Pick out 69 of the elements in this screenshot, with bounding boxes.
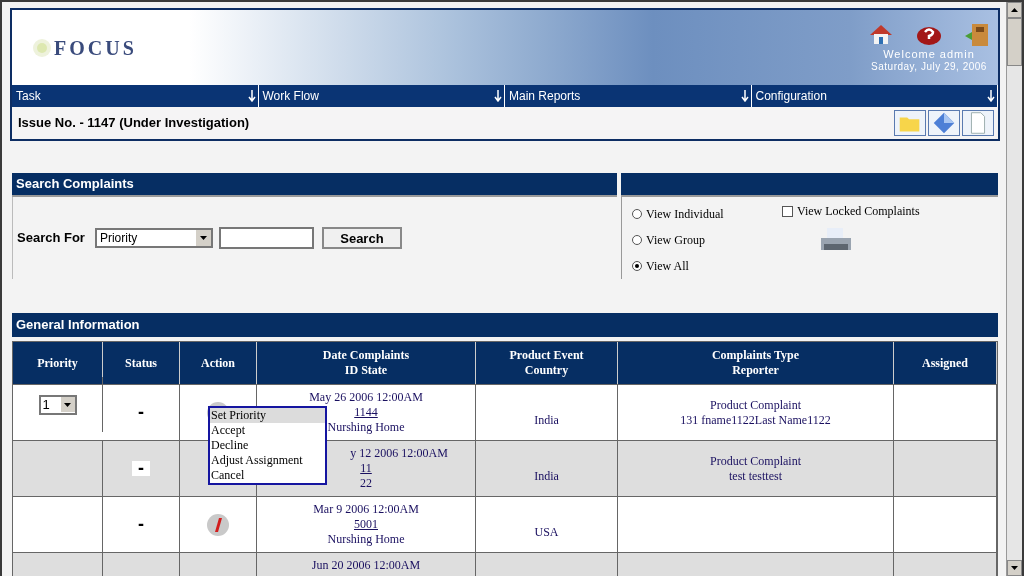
column-header: Assigned — [922, 355, 968, 371]
menu-item[interactable]: Adjust Assignment — [210, 453, 325, 468]
menu-item[interactable]: Accept — [210, 423, 325, 438]
column-header: Action — [201, 355, 235, 371]
date-text: Saturday, July 29, 2006 — [871, 61, 987, 73]
issue-title: Issue No. - 1147 (Under Investigation) — [18, 114, 250, 133]
date-text: Jun 20 2006 12:00AM — [311, 558, 421, 573]
column-header: Date Complaints — [322, 348, 410, 363]
date-text: y 12 2006 12:00AM — [350, 446, 448, 461]
id-link[interactable]: 5001 — [354, 517, 378, 532]
column-header: Country — [524, 363, 569, 378]
reporter-text: 131 fname1122Last Name1122 — [680, 412, 831, 428]
down-arrow-icon — [247, 90, 256, 102]
type-text: Product Complaint — [710, 397, 801, 413]
date-text: Mar 9 2006 12:00AM — [313, 502, 419, 517]
toolbar-button[interactable] — [962, 110, 994, 136]
menu-item[interactable]: Set Priority — [210, 408, 325, 423]
welcome-text: Welcome admin — [883, 48, 975, 61]
column-header: ID State — [344, 363, 388, 378]
radio-label: View Individual — [646, 206, 724, 223]
search-dropdown[interactable]: Priority — [94, 228, 213, 248]
column-header: Reporter — [732, 363, 779, 378]
country-text: USA — [534, 524, 559, 540]
radio-label: View All — [646, 258, 689, 275]
field-label: Search For — [17, 229, 85, 248]
search-field[interactable] — [218, 227, 314, 249]
radio-button[interactable] — [632, 209, 642, 219]
menu-item[interactable]: Cancel — [210, 468, 325, 483]
state-text: Nurshing Home — [327, 532, 405, 547]
reporter-text: test testtest — [729, 468, 782, 484]
scrollbar[interactable] — [1006, 2, 1022, 576]
toolbar-button[interactable] — [928, 110, 960, 136]
section-title: General Information — [12, 313, 998, 337]
column-header: Priority — [37, 355, 78, 371]
down-arrow-icon — [987, 90, 995, 102]
state-text: 22 — [360, 476, 372, 491]
radio-label: View Group — [646, 232, 705, 249]
checkbox-label: View Locked Complaints — [797, 203, 920, 220]
id-link[interactable]: 11 — [360, 461, 372, 476]
dropdown-arrow-icon — [199, 236, 207, 240]
column-header: Product Event — [509, 348, 584, 363]
scroll-thumb[interactable] — [1007, 18, 1022, 66]
id-link[interactable]: 1144 — [354, 405, 378, 420]
search-button[interactable]: Search — [321, 227, 402, 249]
dropdown-arrow-icon — [64, 402, 71, 407]
scroll-down-icon[interactable] — [1011, 566, 1018, 570]
country-text: India — [534, 412, 559, 428]
toolbar-button[interactable] — [894, 110, 926, 136]
logo: FOCUS — [54, 35, 137, 61]
checkbox[interactable] — [782, 205, 793, 217]
door-icon[interactable] — [964, 22, 990, 46]
status-text: - — [138, 405, 144, 420]
country-text: India — [534, 468, 559, 484]
radio-button[interactable] — [632, 235, 642, 245]
column-header: Complaints Type — [711, 348, 800, 363]
down-arrow-icon — [494, 90, 502, 102]
column-header: Status — [125, 355, 157, 371]
down-arrow-icon — [740, 90, 749, 102]
section-title: Search Complaints — [12, 173, 617, 197]
radio-button[interactable] — [632, 261, 642, 271]
home-icon[interactable] — [868, 22, 894, 46]
date-text: May 26 2006 12:00AM — [309, 390, 423, 405]
number-dropdown[interactable]: 1 — [38, 394, 77, 415]
status-text: - — [138, 517, 144, 532]
scroll-up-icon[interactable] — [1011, 8, 1018, 12]
status-text: - — [132, 461, 150, 476]
type-text: Product Complaint — [710, 453, 801, 469]
menu-item[interactable]: Decline — [210, 438, 325, 453]
state-text: Nurshing Home — [327, 420, 405, 435]
